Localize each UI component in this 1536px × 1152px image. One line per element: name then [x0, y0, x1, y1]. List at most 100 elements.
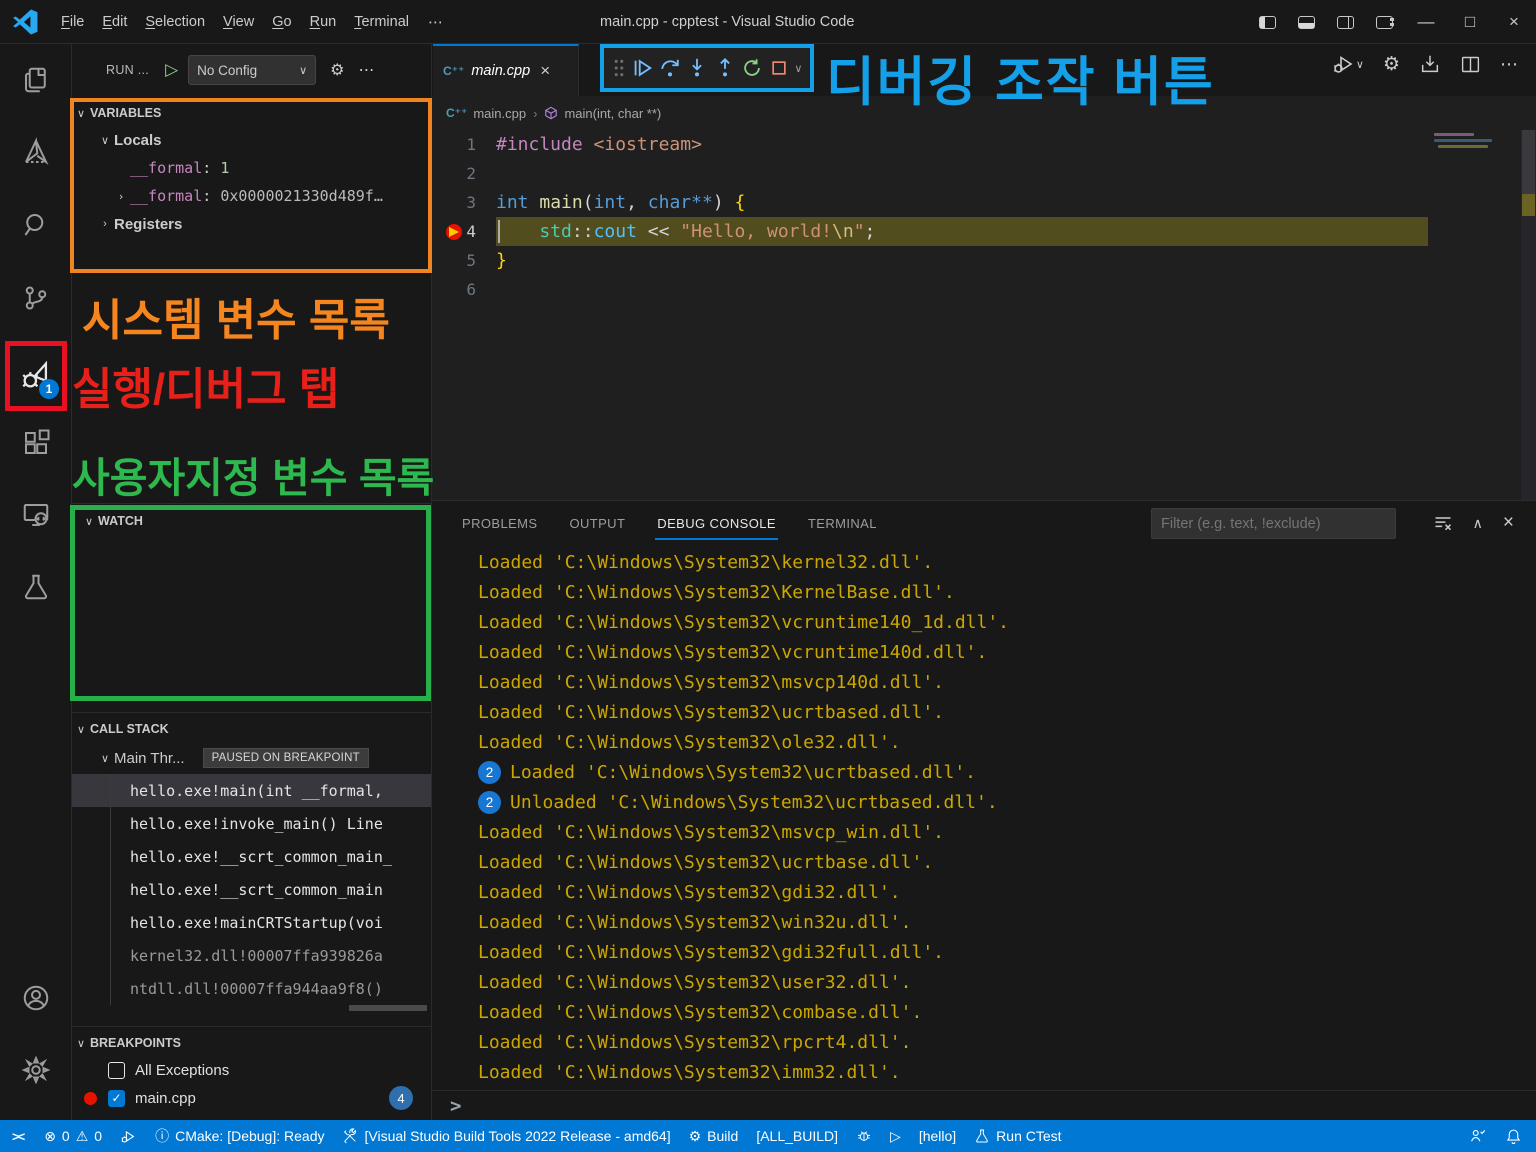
remote-indicator[interactable]: ><: [0, 1120, 35, 1152]
sidebar-item-extensions[interactable]: [0, 409, 71, 477]
restart-button[interactable]: [741, 57, 763, 79]
start-debug-button[interactable]: ▷: [165, 60, 178, 80]
cmake-launch-button[interactable]: ▷: [881, 1120, 910, 1152]
launch-settings-gear-icon[interactable]: ⚙: [1383, 53, 1400, 76]
chevron-down-icon: ∨: [299, 64, 307, 77]
close-tab-icon[interactable]: ×: [540, 61, 550, 81]
menu-go[interactable]: Go: [263, 10, 300, 34]
breakpoint-checkbox[interactable]: ✓: [108, 1090, 125, 1107]
code-line[interactable]: 1#include <iostream>: [432, 130, 1536, 159]
gutter[interactable]: 1: [432, 135, 496, 154]
menu-view[interactable]: View: [214, 10, 263, 34]
menu-file[interactable]: File: [52, 10, 93, 34]
sidebar-item-search[interactable]: [0, 191, 71, 259]
code-line[interactable]: 2: [432, 159, 1536, 188]
call-stack-header[interactable]: ∨ CALL STACK: [72, 716, 431, 742]
sidebar-more-actions-icon[interactable]: ⋯: [359, 60, 375, 80]
debug-settings-gear-icon[interactable]: ⚙: [330, 60, 344, 80]
menu-terminal[interactable]: Terminal: [345, 10, 418, 34]
sidebar-item-source-control[interactable]: [0, 264, 71, 332]
gutter[interactable]: 5: [432, 251, 496, 270]
account-button[interactable]: [0, 964, 71, 1032]
run-or-debug-button[interactable]: ∨: [1332, 52, 1364, 76]
call-stack-frame[interactable]: hello.exe!mainCRTStartup(voi: [72, 906, 431, 939]
customize-layout-icon[interactable]: [1376, 16, 1393, 29]
step-over-button[interactable]: [659, 57, 681, 79]
breakpoint-row[interactable]: All Exceptions: [72, 1056, 431, 1084]
sidebar-item-remote-explorer[interactable]: [0, 481, 71, 549]
thread-row[interactable]: ∨ Main Thr... PAUSED ON BREAKPOINT: [72, 742, 431, 774]
run-ctest-button[interactable]: Run CTest: [965, 1120, 1070, 1152]
feedback-button[interactable]: [1460, 1120, 1496, 1152]
sidebar-item-explorer[interactable]: [0, 46, 71, 114]
code-line[interactable]: 4 std::cout << "Hello, world!\n";: [432, 217, 1536, 246]
cmake-build-button[interactable]: ⚙ Build: [680, 1120, 748, 1152]
toggle-panel-icon[interactable]: [1298, 16, 1315, 29]
cmake-launch-target[interactable]: [hello]: [910, 1120, 965, 1152]
console-filter-input[interactable]: [1151, 508, 1396, 539]
close-panel-icon[interactable]: ×: [1503, 512, 1514, 534]
debug-console-prompt[interactable]: >: [432, 1090, 1536, 1120]
panel-tab-output[interactable]: OUTPUT: [553, 501, 641, 545]
gutter[interactable]: 4: [432, 222, 496, 241]
continue-button[interactable]: [631, 57, 653, 79]
debug-console-output[interactable]: Loaded 'C:\Windows\System32\kernel32.dll…: [432, 547, 1536, 1090]
maximize-button[interactable]: □: [1448, 0, 1492, 44]
cmake-status[interactable]: ⓘ CMake: [Debug]: Ready: [146, 1120, 333, 1152]
stop-menu-chevron-icon[interactable]: ∨: [794, 62, 802, 75]
annotation-run-debug-tab: 실행/디버그 탭: [72, 353, 339, 417]
editor-scrollbar[interactable]: [1521, 130, 1536, 500]
menu-more-button[interactable]: ⋯: [418, 9, 453, 35]
step-out-button[interactable]: [714, 57, 736, 79]
code-line[interactable]: 3int main(int, char**) {: [432, 188, 1536, 217]
cmake-kit[interactable]: [Visual Studio Build Tools 2022 Release …: [333, 1120, 679, 1152]
filter-icon[interactable]: [1433, 513, 1453, 533]
panel-tab-debug-console[interactable]: DEBUG CONSOLE: [641, 501, 792, 545]
breakpoint-row[interactable]: ✓main.cpp4: [72, 1084, 431, 1112]
call-stack-frame[interactable]: ntdll.dll!00007ffa944aa9f8(): [72, 972, 431, 1005]
toolbar-drag-grip[interactable]: [612, 58, 626, 78]
manage-button[interactable]: [0, 1036, 71, 1104]
menu-run[interactable]: Run: [301, 10, 346, 34]
step-into-button[interactable]: [686, 57, 708, 79]
panel-tab-terminal[interactable]: TERMINAL: [792, 501, 893, 545]
menu-edit[interactable]: Edit: [93, 10, 136, 34]
call-stack-frame[interactable]: hello.exe!__scrt_common_main_: [72, 840, 431, 873]
minimap[interactable]: [1430, 130, 1520, 500]
sidebar-item-testing[interactable]: [0, 553, 71, 621]
editor-more-actions-icon[interactable]: ⋯: [1500, 54, 1518, 75]
tab-main-cpp[interactable]: C⁺⁺ main.cpp ×: [433, 44, 579, 96]
split-editor-icon[interactable]: [1460, 54, 1481, 75]
breakpoints-header[interactable]: ∨ BREAKPOINTS: [72, 1030, 431, 1056]
gutter[interactable]: 2: [432, 164, 496, 183]
panel-tab-problems[interactable]: PROBLEMS: [446, 501, 553, 545]
call-stack-frame[interactable]: hello.exe!invoke_main() Line: [72, 807, 431, 840]
call-stack-frame[interactable]: hello.exe!main(int __formal,: [72, 774, 431, 807]
sidebar-item-cmake[interactable]: [0, 118, 71, 186]
gutter[interactable]: 6: [432, 280, 496, 299]
problems-status[interactable]: ⊗ 0 ⚠ 0: [35, 1120, 111, 1152]
code-line[interactable]: 6: [432, 275, 1536, 304]
cmake-debug-button[interactable]: [847, 1120, 881, 1152]
toggle-sidebar-icon[interactable]: [1259, 16, 1276, 29]
close-window-button[interactable]: ×: [1492, 0, 1536, 44]
debug-status-icon[interactable]: [111, 1120, 146, 1152]
stop-button[interactable]: [769, 58, 789, 78]
call-stack-hscrollbar[interactable]: [349, 1005, 427, 1011]
import-into-editor-icon[interactable]: [1419, 53, 1441, 75]
menu-selection[interactable]: Selection: [136, 10, 214, 34]
cmake-build-target[interactable]: [ALL_BUILD]: [747, 1120, 847, 1152]
toggle-secondary-sidebar-icon[interactable]: [1337, 16, 1354, 29]
minimize-button[interactable]: —: [1404, 0, 1448, 44]
code-editor[interactable]: 1#include <iostream> 2 3int main(int, char…: [432, 130, 1536, 500]
gutter[interactable]: 3: [432, 193, 496, 212]
breakpoints-section: ∨ BREAKPOINTS All Exceptions✓main.cpp4: [72, 1030, 431, 1112]
call-stack-frame[interactable]: kernel32.dll!00007ffa939826a: [72, 939, 431, 972]
current-breakpoint-icon[interactable]: [446, 224, 462, 240]
maximize-panel-icon[interactable]: ∧: [1473, 515, 1483, 532]
call-stack-frame[interactable]: hello.exe!__scrt_common_main: [72, 873, 431, 906]
code-line[interactable]: 5}: [432, 246, 1536, 275]
breakpoint-checkbox[interactable]: [108, 1062, 125, 1079]
debug-config-dropdown[interactable]: No Config ∨: [188, 55, 316, 85]
notifications-button[interactable]: [1496, 1120, 1536, 1152]
